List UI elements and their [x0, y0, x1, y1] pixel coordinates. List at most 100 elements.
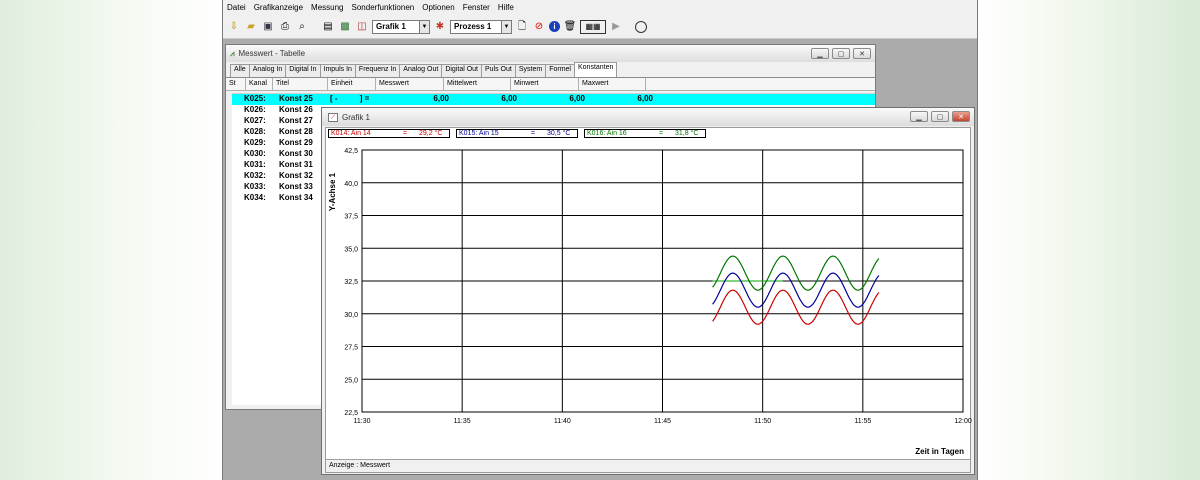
line-chart[interactable]: Y-Achse 1 Zeit in Tagen 22,5 25,0 27,5 30,0…: [326, 142, 972, 460]
tab-formel[interactable]: Formel: [545, 64, 575, 77]
tab-digital-out[interactable]: Digital Out: [441, 64, 482, 77]
x-tick-label: 12:00: [954, 418, 972, 425]
column-header-titel[interactable]: Titel: [273, 78, 328, 91]
legend-value: 29,2 °C: [419, 130, 443, 137]
y-axis-label: Y-Achse 1: [328, 172, 337, 211]
menu-messung[interactable]: Messung: [307, 3, 347, 12]
table-icon[interactable]: ▤: [321, 20, 335, 34]
legend-label: K015: Ain 15: [459, 130, 499, 137]
info-icon[interactable]: i: [549, 21, 560, 32]
chart-icon[interactable]: ◫: [355, 20, 369, 34]
toolbar: ⇩ ▰ ▣ ⎙ ⌕ ▤ ▩ ◫ Grafik 1 ▼ ✱ Prozess 1 ▼…: [223, 15, 977, 39]
grid-view-icon[interactable]: ▦▦: [580, 19, 606, 34]
grafik-titlebar[interactable]: ⟋ Grafik 1 ▁ ▢ ✕: [322, 108, 974, 126]
y-tick-label: 30,0: [344, 312, 358, 319]
delete-icon[interactable]: 🗑: [563, 20, 577, 34]
close-button[interactable]: ✕: [952, 111, 970, 122]
menu-optionen[interactable]: Optionen: [418, 3, 458, 12]
grafik-body: K014: Ain 14 = 29,2 °C K015: Ain 15 = 30…: [325, 127, 972, 473]
open-folder-icon[interactable]: ▰: [244, 20, 258, 34]
new-document-icon[interactable]: 🗋: [515, 20, 529, 34]
save-icon[interactable]: ▣: [261, 20, 275, 34]
cell-minwert: 6,00: [569, 94, 585, 103]
status-bar: Anzeige : Messwert: [326, 459, 970, 472]
zoom-icon[interactable]: ⌕: [295, 20, 309, 34]
cell-kanal: K030:: [244, 149, 266, 158]
cell-titel: Konst 30: [279, 149, 313, 158]
process-icon[interactable]: ✱: [433, 20, 447, 34]
cell-titel: Konst 32: [279, 171, 313, 180]
cell-titel: Konst 31: [279, 160, 313, 169]
chart-icon: ⟋: [328, 112, 338, 122]
minimize-button[interactable]: ▁: [811, 48, 829, 59]
grafik-window: ⟋ Grafik 1 ▁ ▢ ✕ K014: Ain 14 = 29,2 °C …: [321, 107, 975, 475]
cell-maxwert: 6,00: [637, 94, 653, 103]
column-header-minwert[interactable]: Minwert: [511, 78, 579, 91]
app-logo-icon: ⩘: [230, 48, 235, 58]
maximize-button[interactable]: ▢: [832, 48, 850, 59]
grafik-title: Grafik 1: [342, 112, 371, 122]
record-icon[interactable]: [635, 20, 647, 33]
grafik-select-value: Grafik 1: [376, 21, 406, 31]
image-icon[interactable]: ▩: [338, 20, 352, 34]
connect-icon[interactable]: ⇩: [227, 20, 241, 34]
column-header-st[interactable]: St: [226, 78, 246, 91]
y-tick-label: 27,5: [344, 345, 358, 352]
x-tick-label: 11:30: [354, 418, 371, 425]
tab-frequenz-in[interactable]: Frequenz In: [354, 64, 401, 77]
cell-titel: Konst 25: [279, 94, 313, 103]
cell-mittelwert: 6,00: [501, 94, 517, 103]
legend-equals: =: [530, 130, 536, 137]
x-tick-label: 11:50: [754, 418, 771, 425]
messwert-tabs: Alle Analog In Digital In Impuls In Freq…: [226, 62, 875, 78]
cell-titel: Konst 33: [279, 182, 313, 191]
y-tick-label: 37,5: [344, 214, 358, 221]
menu-fenster[interactable]: Fenster: [459, 3, 494, 12]
cell-titel: Konst 26: [279, 105, 313, 114]
print-icon[interactable]: ⎙: [278, 20, 292, 34]
maximize-button[interactable]: ▢: [931, 111, 949, 122]
tab-konstanten[interactable]: Konstanten: [573, 62, 618, 77]
column-headers: St Kanal Titel Einheit Messwert Mittelwe…: [226, 78, 875, 91]
legend-item-k015[interactable]: K015: Ain 15 = 30,5 °C: [456, 129, 578, 138]
x-tick-label: 11:40: [554, 418, 571, 425]
play-icon[interactable]: ▶: [609, 20, 623, 34]
cell-kanal: K032:: [244, 171, 266, 180]
tab-digital-in[interactable]: Digital In: [285, 64, 321, 77]
y-tick-label: 32,5: [344, 279, 358, 286]
stop-icon[interactable]: ⊘: [532, 20, 546, 34]
menu-hilfe[interactable]: Hilfe: [494, 3, 518, 12]
tab-system[interactable]: System: [514, 64, 547, 77]
messwert-title: Messwert - Tabelle: [238, 49, 306, 58]
y-tick-label: 25,0: [344, 377, 358, 384]
column-header-maxwert[interactable]: Maxwert: [579, 78, 646, 91]
legend-item-k014[interactable]: K014: Ain 14 = 29,2 °C: [328, 129, 450, 138]
cell-kanal: K025:: [244, 94, 266, 103]
column-header-mittelwert[interactable]: Mittelwert: [444, 78, 511, 91]
close-button[interactable]: ✕: [853, 48, 871, 59]
grafik-select[interactable]: Grafik 1 ▼: [372, 19, 430, 34]
tab-analog-in[interactable]: Analog In: [248, 64, 287, 77]
column-header-einheit[interactable]: Einheit: [328, 78, 376, 91]
tab-alle[interactable]: Alle: [230, 64, 250, 77]
column-header-messwert[interactable]: Messwert: [376, 78, 444, 91]
menu-grafikanzeige[interactable]: Grafikanzeige: [250, 3, 307, 12]
cell-einheit: [ - ] =: [330, 94, 370, 103]
legend-item-k016[interactable]: K016: Ain 16 = 31,8 °C: [584, 129, 706, 138]
tab-puls-out[interactable]: Puls Out: [481, 64, 516, 77]
y-tick-label: 22,5: [344, 410, 358, 417]
messwert-titlebar[interactable]: ⩘ Messwert - Tabelle ▁ ▢ ✕: [226, 45, 875, 62]
column-header-kanal[interactable]: Kanal: [246, 78, 273, 91]
cell-kanal: K031:: [244, 160, 266, 169]
menu-bar: Datei Grafikanzeige Messung Sonderfunkti…: [223, 0, 977, 15]
prozess-select[interactable]: Prozess 1 ▼: [450, 19, 512, 34]
table-row-selected[interactable]: K025: Konst 25 [ - ] = 6,00 6,00 6,00 6,…: [232, 94, 875, 105]
chevron-down-icon[interactable]: ▼: [419, 20, 429, 33]
minimize-button[interactable]: ▁: [910, 111, 928, 122]
menu-sonderfunktionen[interactable]: Sonderfunktionen: [348, 3, 419, 12]
menu-datei[interactable]: Datei: [223, 3, 250, 12]
tab-analog-out[interactable]: Analog Out: [399, 64, 443, 77]
tab-impuls-in[interactable]: Impuls In: [319, 64, 356, 77]
cell-titel: Konst 34: [279, 193, 313, 202]
chevron-down-icon[interactable]: ▼: [501, 20, 511, 33]
